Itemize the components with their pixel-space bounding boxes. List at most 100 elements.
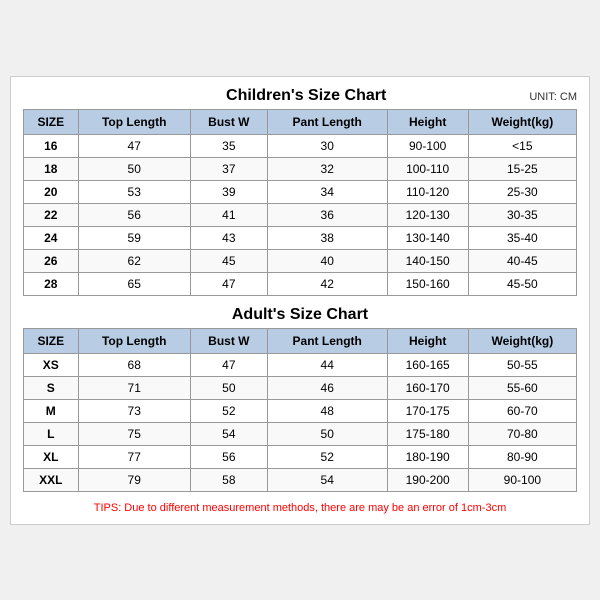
adult-cell: 60-70 <box>468 399 576 422</box>
adult-col-height: Height <box>387 328 468 353</box>
adult-cell: 56 <box>190 445 267 468</box>
children-row: 18503732100-11015-25 <box>24 157 577 180</box>
children-cell: 41 <box>190 203 267 226</box>
children-cell: 36 <box>267 203 387 226</box>
adult-row: S715046160-17055-60 <box>24 376 577 399</box>
adult-col-size: SIZE <box>24 328 79 353</box>
children-cell: 39 <box>190 180 267 203</box>
children-cell: 25-30 <box>468 180 576 203</box>
adult-cell: 50-55 <box>468 353 576 376</box>
adult-row: XXL795854190-20090-100 <box>24 468 577 491</box>
adult-title-row: Adult's Size Chart <box>23 306 577 324</box>
adult-cell: 54 <box>190 422 267 445</box>
children-row: 24594338130-14035-40 <box>24 226 577 249</box>
children-cell: 90-100 <box>387 134 468 157</box>
children-cell: 100-110 <box>387 157 468 180</box>
children-cell: 30 <box>267 134 387 157</box>
children-cell: 16 <box>24 134 79 157</box>
adult-cell: 170-175 <box>387 399 468 422</box>
adult-cell: 48 <box>267 399 387 422</box>
adult-title: Adult's Size Chart <box>232 306 368 324</box>
adult-col-top-length: Top Length <box>78 328 190 353</box>
children-cell: 65 <box>78 272 190 295</box>
children-cell: 26 <box>24 249 79 272</box>
children-cell: 34 <box>267 180 387 203</box>
children-cell: 42 <box>267 272 387 295</box>
children-cell: 53 <box>78 180 190 203</box>
adult-cell: 58 <box>190 468 267 491</box>
children-row: 28654742150-16045-50 <box>24 272 577 295</box>
children-table: SIZE Top Length Bust W Pant Length Heigh… <box>23 109 577 296</box>
unit-label: UNIT: CM <box>529 91 577 103</box>
children-cell: 120-130 <box>387 203 468 226</box>
adult-cell: 80-90 <box>468 445 576 468</box>
col-header-pant-length: Pant Length <box>267 109 387 134</box>
children-cell: 35 <box>190 134 267 157</box>
children-cell: 40 <box>267 249 387 272</box>
adult-cell: 190-200 <box>387 468 468 491</box>
adult-cell: 73 <box>78 399 190 422</box>
tips-text: TIPS: Due to different measurement metho… <box>23 502 577 514</box>
adult-cell: 52 <box>190 399 267 422</box>
children-cell: <15 <box>468 134 576 157</box>
adult-cell: 90-100 <box>468 468 576 491</box>
children-cell: 20 <box>24 180 79 203</box>
adult-cell: 180-190 <box>387 445 468 468</box>
adult-row: XS684744160-16550-55 <box>24 353 577 376</box>
adult-cell: 75 <box>78 422 190 445</box>
children-row: 20533934110-12025-30 <box>24 180 577 203</box>
adult-cell: 79 <box>78 468 190 491</box>
children-cell: 140-150 <box>387 249 468 272</box>
children-cell: 35-40 <box>468 226 576 249</box>
children-cell: 43 <box>190 226 267 249</box>
col-header-weight: Weight(kg) <box>468 109 576 134</box>
children-cell: 56 <box>78 203 190 226</box>
children-cell: 15-25 <box>468 157 576 180</box>
adult-row: L755450175-18070-80 <box>24 422 577 445</box>
adult-cell: M <box>24 399 79 422</box>
children-cell: 22 <box>24 203 79 226</box>
children-cell: 18 <box>24 157 79 180</box>
adult-header-row: SIZE Top Length Bust W Pant Length Heigh… <box>24 328 577 353</box>
adult-cell: 175-180 <box>387 422 468 445</box>
children-cell: 47 <box>78 134 190 157</box>
col-header-size: SIZE <box>24 109 79 134</box>
adult-cell: 52 <box>267 445 387 468</box>
children-cell: 110-120 <box>387 180 468 203</box>
children-cell: 59 <box>78 226 190 249</box>
adult-cell: 55-60 <box>468 376 576 399</box>
adult-cell: 50 <box>190 376 267 399</box>
adult-cell: 70-80 <box>468 422 576 445</box>
chart-container: Children's Size Chart UNIT: CM SIZE Top … <box>10 76 590 525</box>
adult-cell: XXL <box>24 468 79 491</box>
children-cell: 47 <box>190 272 267 295</box>
children-cell: 45 <box>190 249 267 272</box>
adult-cell: L <box>24 422 79 445</box>
adult-cell: 50 <box>267 422 387 445</box>
children-row: 26624540140-15040-45 <box>24 249 577 272</box>
children-title: Children's Size Chart <box>83 87 529 105</box>
children-row: 1647353090-100<15 <box>24 134 577 157</box>
adult-cell: 68 <box>78 353 190 376</box>
adult-row: M735248170-17560-70 <box>24 399 577 422</box>
adult-cell: 71 <box>78 376 190 399</box>
children-cell: 30-35 <box>468 203 576 226</box>
children-header-row: SIZE Top Length Bust W Pant Length Heigh… <box>24 109 577 134</box>
children-cell: 45-50 <box>468 272 576 295</box>
children-cell: 130-140 <box>387 226 468 249</box>
children-cell: 150-160 <box>387 272 468 295</box>
col-header-top-length: Top Length <box>78 109 190 134</box>
adult-cell: 46 <box>267 376 387 399</box>
adult-col-weight: Weight(kg) <box>468 328 576 353</box>
adult-cell: 77 <box>78 445 190 468</box>
children-cell: 62 <box>78 249 190 272</box>
children-cell: 32 <box>267 157 387 180</box>
children-cell: 28 <box>24 272 79 295</box>
children-cell: 38 <box>267 226 387 249</box>
children-cell: 40-45 <box>468 249 576 272</box>
adult-table: SIZE Top Length Bust W Pant Length Heigh… <box>23 328 577 492</box>
adult-cell: 54 <box>267 468 387 491</box>
adult-cell: S <box>24 376 79 399</box>
children-cell: 37 <box>190 157 267 180</box>
adult-cell: XL <box>24 445 79 468</box>
